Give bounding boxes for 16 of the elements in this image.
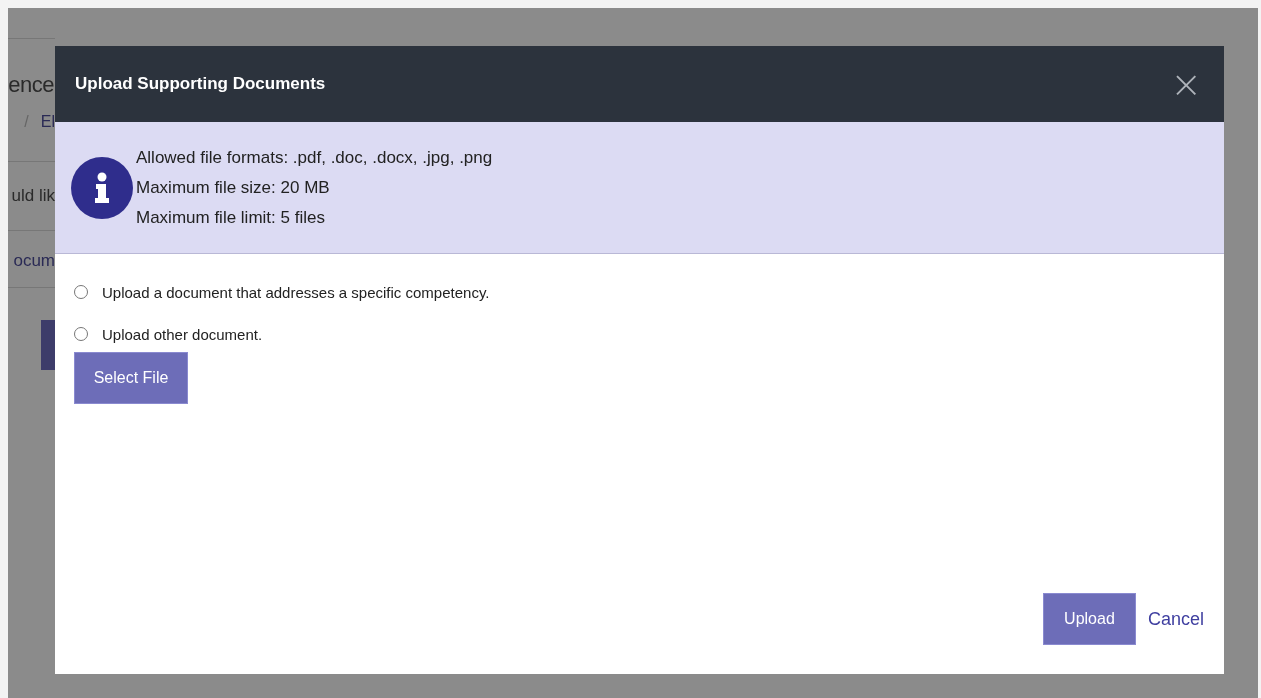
dialog-title: Upload Supporting Documents <box>75 74 326 94</box>
upload-button[interactable]: Upload <box>1042 593 1136 645</box>
cancel-link[interactable]: Cancel <box>1147 608 1204 630</box>
info-text: Allowed file formats: .pdf, .doc, .docx, .jpg, .png <box>136 146 493 169</box>
info-text: Maximum file size: 20 MB <box>136 176 331 199</box>
option-label[interactable]: Upload other document. <box>102 325 263 343</box>
breadcrumb-link[interactable]: El <box>40 113 55 131</box>
info-text: Maximum file limit: 5 files <box>136 206 326 229</box>
page-text: uld lik <box>11 186 55 206</box>
select-file-button[interactable]: Select File <box>74 352 188 404</box>
breadcrumb-separator: / <box>24 113 29 131</box>
page-heading: ence <box>8 71 55 99</box>
page-link[interactable]: ocum <box>13 251 55 271</box>
option-label[interactable]: Upload a document that addresses a specific competency. <box>102 283 490 301</box>
close-button[interactable]: × <box>1168 65 1204 103</box>
info-icon <box>71 156 133 219</box>
